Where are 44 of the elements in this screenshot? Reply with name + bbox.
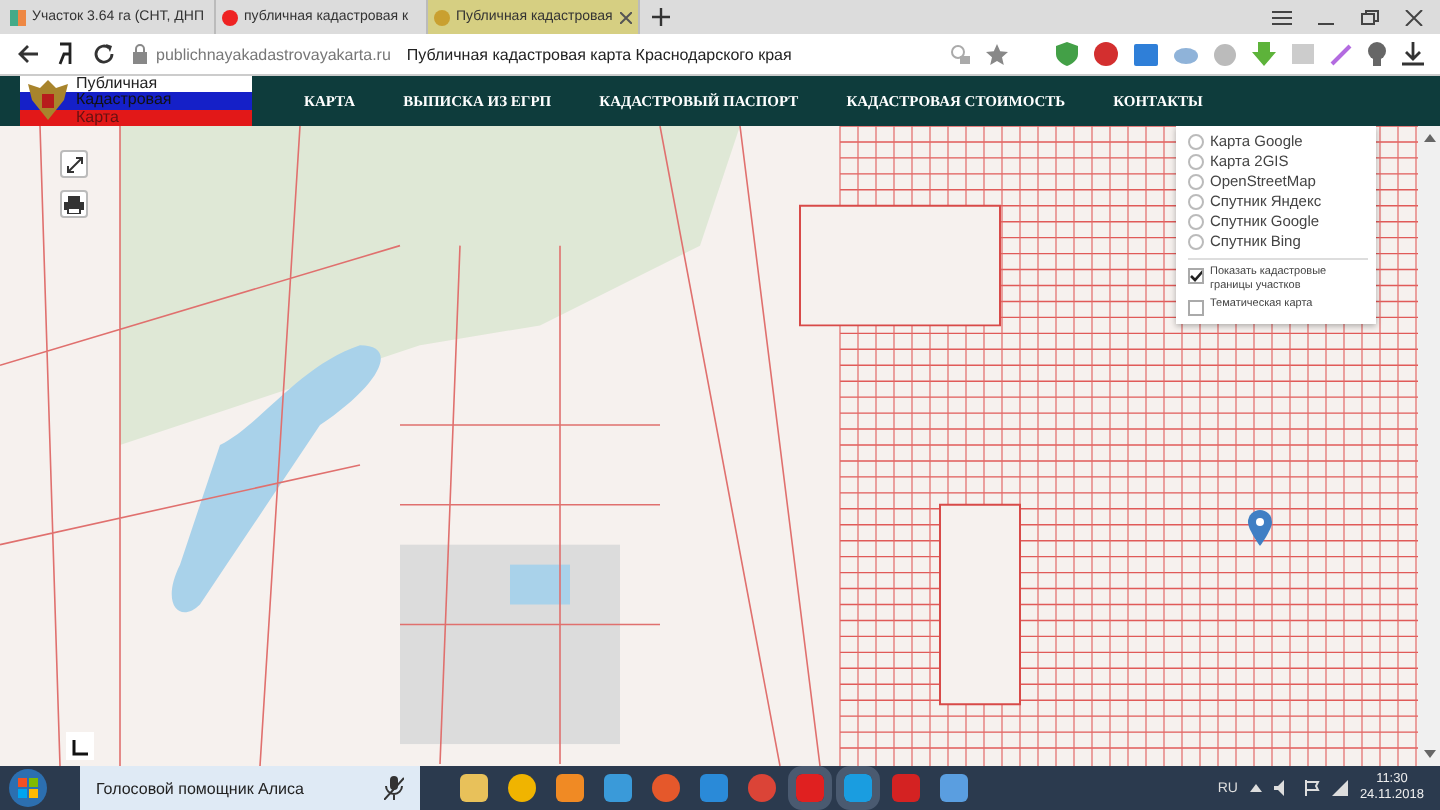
bulb-icon[interactable] <box>1368 42 1386 66</box>
pen-icon[interactable] <box>1330 43 1352 65</box>
radio-button[interactable] <box>1188 134 1204 150</box>
radio-button[interactable] <box>1188 194 1204 210</box>
scroll-down-icon[interactable] <box>1423 750 1435 758</box>
menu-icon[interactable] <box>1272 9 1292 25</box>
favicon-icon <box>10 9 26 25</box>
yandex-logo-icon[interactable] <box>56 42 76 66</box>
download-arrow-icon[interactable] <box>1252 42 1276 66</box>
restore-icon[interactable] <box>1360 9 1380 25</box>
favicon-icon <box>434 9 450 25</box>
microphone-icon[interactable] <box>384 776 404 800</box>
radio-button[interactable] <box>1188 154 1204 170</box>
scrollbar[interactable] <box>1418 126 1440 766</box>
checkbox[interactable] <box>1188 268 1204 284</box>
page-title: Публичная кадастровая карта Краснодарского края <box>406 45 792 63</box>
star-icon[interactable] <box>986 43 1008 65</box>
flag-icon[interactable] <box>1303 780 1320 796</box>
new-tab-icon[interactable] <box>652 8 670 26</box>
back-arrow-icon[interactable] <box>16 44 40 64</box>
radio-button[interactable] <box>1188 234 1204 250</box>
close-icon[interactable] <box>1404 9 1424 25</box>
favicon-icon <box>222 9 238 25</box>
radio-button[interactable] <box>1188 214 1204 230</box>
start-button[interactable] <box>8 768 48 808</box>
close-icon[interactable] <box>620 11 632 23</box>
site-logo[interactable]: Публичная Кадастровая Карта <box>20 76 252 126</box>
voice-assistant-field[interactable]: Голосовой помощник Алиса <box>80 766 420 810</box>
lock-icon <box>132 44 148 64</box>
map-control-button[interactable] <box>66 732 94 760</box>
scroll-up-icon[interactable] <box>1423 134 1435 142</box>
shield-icon[interactable] <box>1056 42 1078 66</box>
fullscreen-button[interactable] <box>60 150 88 178</box>
diagonal-arrows-icon <box>65 155 83 173</box>
radio-button[interactable] <box>1188 174 1204 190</box>
reload-icon[interactable] <box>92 42 116 66</box>
print-button[interactable] <box>60 190 88 218</box>
url-text[interactable]: publichnayakadastrovayakarta.ru <box>156 45 391 63</box>
checkbox[interactable] <box>1188 300 1204 316</box>
signal-icon[interactable] <box>1331 780 1348 796</box>
map-pin-icon[interactable] <box>1248 510 1272 546</box>
printer-icon <box>64 195 84 213</box>
download-icon[interactable] <box>1402 42 1424 66</box>
up-caret-icon[interactable] <box>1249 784 1262 792</box>
